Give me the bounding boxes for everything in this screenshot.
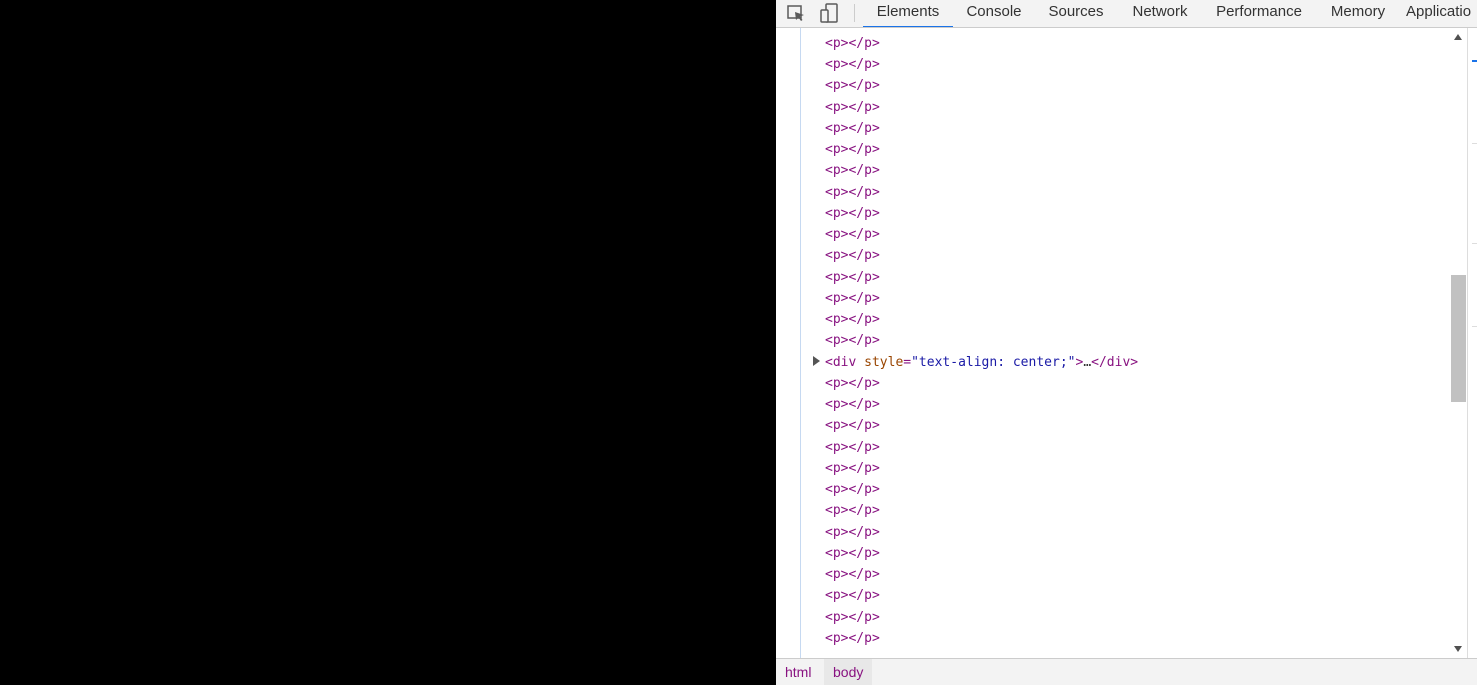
dom-node-div[interactable]: <div style="text-align: center;">…</div>: [825, 352, 1138, 373]
dom-node-p[interactable]: <p></p>: [825, 437, 880, 458]
tab-console[interactable]: Console: [953, 0, 1035, 27]
tab-label: Sources: [1048, 3, 1104, 20]
page-viewport: [0, 0, 776, 685]
styles-tab-indicator: [1472, 60, 1477, 62]
tab-performance[interactable]: Performance: [1203, 0, 1315, 27]
dom-node-p[interactable]: <p></p>: [825, 479, 880, 500]
dom-node-p[interactable]: <p></p>: [825, 607, 880, 628]
breadcrumb-item-html[interactable]: html: [776, 659, 820, 685]
dom-node-p[interactable]: <p></p>: [825, 415, 880, 436]
styles-pane-edge: [1467, 28, 1477, 658]
scrollbar-thumb[interactable]: [1451, 275, 1466, 402]
dom-node-p[interactable]: <p></p>: [825, 309, 880, 330]
breadcrumb: html body: [776, 658, 1477, 685]
dom-node-p[interactable]: <p></p>: [825, 628, 880, 649]
dom-node-p[interactable]: <p></p>: [825, 224, 880, 245]
dom-node-p[interactable]: <p></p>: [825, 500, 880, 521]
tab-application[interactable]: Applicatio: [1406, 0, 1477, 27]
pane-divider: [1472, 143, 1477, 144]
inspect-element-icon[interactable]: [785, 2, 807, 24]
toolbar-separator: [854, 4, 855, 22]
tab-label: Elements: [876, 3, 940, 20]
tag-open: <div: [825, 355, 857, 370]
dom-node-p[interactable]: <p></p>: [825, 458, 880, 479]
tab-label: Console: [966, 3, 1022, 20]
dom-node-p[interactable]: <p></p>: [825, 585, 880, 606]
dom-node-p[interactable]: <p></p>: [825, 139, 880, 160]
tag-close: </div>: [1091, 355, 1139, 370]
tab-label: Applicatio: [1406, 3, 1472, 20]
dom-node-p[interactable]: <p></p>: [825, 373, 880, 394]
pane-divider: [1472, 243, 1477, 244]
dom-tree: <p></p> <p></p> <p></p> <p></p> <p></p> …: [776, 28, 1450, 658]
dom-node-p[interactable]: <p></p>: [825, 182, 880, 203]
tab-elements[interactable]: Elements: [863, 0, 953, 27]
dom-node-p[interactable]: <p></p>: [825, 203, 880, 224]
dom-node-p[interactable]: <p></p>: [825, 288, 880, 309]
dom-node-p[interactable]: <p></p>: [825, 394, 880, 415]
scroll-up-arrow-icon[interactable]: [1454, 34, 1462, 40]
expand-triangle-icon[interactable]: [813, 356, 820, 366]
dom-node-p[interactable]: <p></p>: [825, 75, 880, 96]
collapsed-ellipsis: …: [1083, 355, 1092, 370]
tree-indent-guide: [800, 28, 801, 658]
dom-node-p[interactable]: <p></p>: [825, 330, 880, 351]
dom-tree-scrollbar[interactable]: [1450, 28, 1467, 658]
dom-node-p[interactable]: <p></p>: [825, 543, 880, 564]
scroll-down-arrow-icon[interactable]: [1454, 646, 1462, 652]
dom-node-p[interactable]: <p></p>: [825, 564, 880, 585]
tab-label: Network: [1132, 3, 1188, 20]
tab-memory[interactable]: Memory: [1315, 0, 1401, 27]
dom-node-p[interactable]: <p></p>: [825, 33, 880, 54]
tab-network[interactable]: Network: [1117, 0, 1203, 27]
attr-name: style: [864, 355, 904, 370]
dom-node-p[interactable]: <p></p>: [825, 267, 880, 288]
devtools-toolbar: Elements Console Sources Network Perform…: [776, 0, 1477, 28]
dom-node-p[interactable]: <p></p>: [825, 160, 880, 181]
tab-label: Performance: [1216, 3, 1302, 20]
tab-sources[interactable]: Sources: [1035, 0, 1117, 27]
devtools-panel: Elements Console Sources Network Perform…: [776, 0, 1477, 685]
tab-label: Memory: [1330, 3, 1386, 20]
dom-node-p[interactable]: <p></p>: [825, 245, 880, 266]
dom-node-p[interactable]: <p></p>: [825, 97, 880, 118]
dom-node-p[interactable]: <p></p>: [825, 54, 880, 75]
attr-value: "text-align: center;": [911, 355, 1076, 370]
pane-divider: [1472, 326, 1477, 327]
breadcrumb-item-body[interactable]: body: [824, 659, 873, 685]
device-toggle-icon[interactable]: [818, 2, 840, 24]
dom-node-p[interactable]: <p></p>: [825, 118, 880, 139]
attr-equals: =: [903, 355, 912, 370]
dom-node-p[interactable]: <p></p>: [825, 522, 880, 543]
